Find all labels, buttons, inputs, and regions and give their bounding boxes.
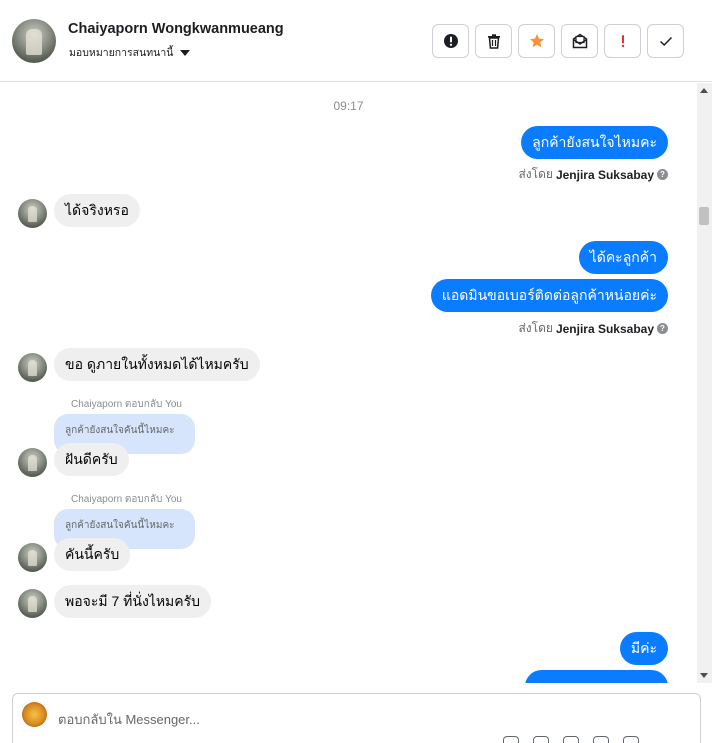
- scrollbar-thumb[interactable]: [699, 207, 709, 225]
- avatar[interactable]: [18, 353, 47, 382]
- message-outgoing[interactable]: แอดมินขอเบอร์ติดต่อลูกค้าหน่อยค่ะ: [430, 279, 668, 312]
- avatar[interactable]: [18, 589, 47, 618]
- message-incoming[interactable]: คันนี้ครับ: [54, 538, 131, 571]
- trash-icon: [487, 34, 500, 49]
- contact-name[interactable]: Chaiyaporn Wongkwanmueang: [68, 21, 284, 37]
- avatar[interactable]: [18, 199, 47, 228]
- sent-by-prefix: ส่งโดย: [518, 167, 553, 181]
- scroll-up-arrow-icon[interactable]: [700, 88, 708, 93]
- thread-scrollbar[interactable]: [697, 83, 712, 683]
- exclamation-icon: [621, 35, 624, 48]
- checkmark-icon: [659, 36, 672, 47]
- message-outgoing[interactable]: ได้คะลูกค้า: [578, 241, 668, 274]
- sent-by-name: Jenjira Suksabay: [555, 321, 654, 336]
- reply-input[interactable]: ตอบกลับใน Messenger...: [58, 709, 200, 730]
- message-outgoing[interactable]: ลูกค้ายังสนใจไหมคะ: [521, 126, 668, 159]
- mark-done-button[interactable]: [647, 24, 684, 58]
- conversation-header: Chaiyaporn Wongkwanmueang มอบหมายการสนทน…: [0, 0, 712, 82]
- assign-conversation-dropdown[interactable]: มอบหมายการสนทนานี้: [69, 44, 191, 61]
- message-incoming[interactable]: ฝันดีครับ: [54, 443, 129, 476]
- star-icon: [529, 34, 544, 48]
- reply-composer[interactable]: ตอบกลับใน Messenger...: [12, 693, 701, 743]
- message-outgoing-partial[interactable]: [525, 670, 668, 683]
- sent-by-prefix: ส่งโดย: [518, 321, 553, 335]
- attachment-icon[interactable]: [503, 736, 519, 743]
- chevron-down-icon: [180, 50, 191, 56]
- message-incoming[interactable]: ขอ ดูภายในทั้งหมดได้ไหมครับ: [54, 348, 260, 381]
- header-actions: [432, 24, 684, 58]
- message-incoming[interactable]: พอจะมี 7 ที่นั่งไหมครับ: [54, 585, 212, 618]
- avatar[interactable]: [18, 448, 47, 477]
- scroll-down-arrow-icon[interactable]: [700, 673, 708, 678]
- sent-by-name: Jenjira Suksabay: [555, 167, 654, 182]
- message-incoming[interactable]: ได้จริงหรอ: [54, 194, 140, 227]
- gif-icon[interactable]: [563, 736, 579, 743]
- message-timestamp: 09:17: [333, 99, 364, 113]
- sent-by-label: ส่งโดย Jenjira Suksabay ?: [518, 165, 668, 184]
- question-icon[interactable]: ?: [657, 169, 668, 180]
- sent-by-label: ส่งโดย Jenjira Suksabay ?: [518, 319, 668, 338]
- envelope-open-icon: [572, 33, 587, 49]
- assign-label: มอบหมายการสนทนานี้: [69, 47, 174, 59]
- image-icon[interactable]: [533, 736, 549, 743]
- reply-note: Chaiyaporn ตอบกลับ You: [71, 399, 182, 410]
- star-button[interactable]: [518, 24, 555, 58]
- contact-avatar[interactable]: [12, 19, 56, 63]
- message-thread[interactable]: 09:17 ลูกค้ายังสนใจไหมคะ ส่งโดย Jenjira …: [0, 83, 697, 683]
- delete-button[interactable]: [475, 24, 512, 58]
- alert-circle-icon: [443, 34, 458, 48]
- mark-unread-button[interactable]: [561, 24, 598, 58]
- reply-note: Chaiyaporn ตอบกลับ You: [71, 494, 182, 505]
- report-spam-button[interactable]: [432, 24, 469, 58]
- mark-important-button[interactable]: [604, 24, 641, 58]
- emoji-icon[interactable]: [593, 736, 609, 743]
- page-avatar: [22, 702, 47, 727]
- composer-tools: [503, 736, 639, 743]
- avatar[interactable]: [18, 543, 47, 572]
- message-outgoing[interactable]: มีค่ะ: [619, 632, 668, 665]
- question-icon[interactable]: ?: [657, 323, 668, 334]
- saved-reply-icon[interactable]: [623, 736, 639, 743]
